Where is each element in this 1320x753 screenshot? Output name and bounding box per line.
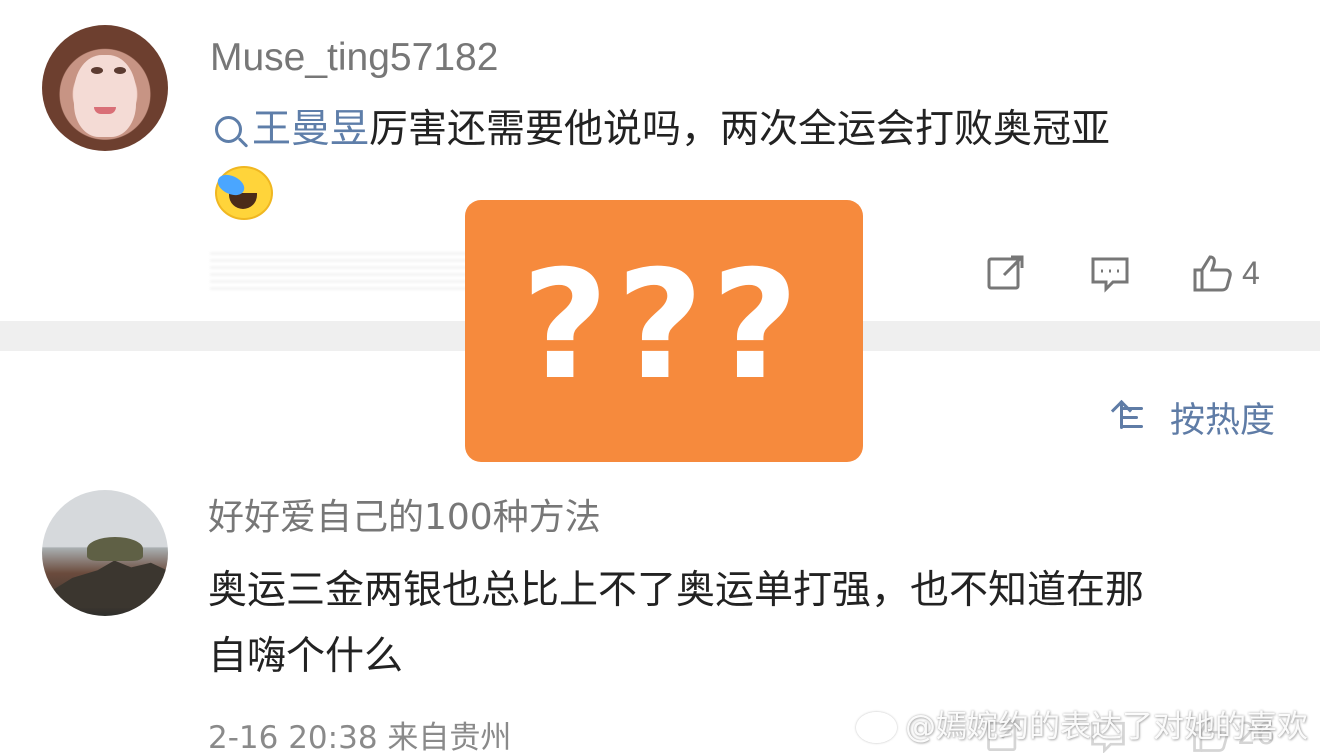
comment-username[interactable]: 好好爱自己的100种方法	[208, 500, 601, 536]
question-mark-text: ???	[521, 239, 807, 413]
watermark-text: @嫣婉约的表达了对她的喜欢	[905, 708, 1308, 745]
avatar-eye-left	[91, 67, 103, 74]
comment-body: 厉害还需要他说吗，两次全运会打败奥冠亚	[369, 107, 1111, 152]
comment-text: 奥运三金两银也总比上不了奥运单打强，也不知道在那 自嗨个什么	[208, 558, 1144, 690]
blurred-timestamp	[210, 252, 490, 290]
sort-label: 按热度	[1170, 400, 1276, 441]
avatar-face	[74, 55, 136, 137]
sort-icon	[1118, 397, 1158, 437]
weibo-watermark: @嫣婉约的表达了对她的喜欢	[851, 699, 1308, 747]
mention-link[interactable]: 王曼昱	[215, 107, 369, 152]
laughing-crying-emoji-icon	[215, 166, 273, 220]
sort-by-hotness-button[interactable]: 按热度	[1118, 392, 1275, 442]
question-mark-overlay: ???	[465, 200, 863, 462]
like-button[interactable]: 4	[1190, 251, 1280, 295]
user-avatar-landscape[interactable]	[42, 490, 168, 616]
comment-button[interactable]	[1088, 251, 1132, 295]
repost-button[interactable]	[984, 251, 1028, 295]
comment-line-2: 自嗨个什么	[208, 634, 404, 679]
like-count: 4	[1242, 254, 1260, 291]
user-avatar-muse-ting[interactable]	[42, 25, 168, 151]
avatar-mouth	[94, 107, 116, 114]
comment-meta: 2-16 20:38 来自贵州	[208, 720, 512, 753]
repost-icon	[987, 255, 1024, 290]
mention-name[interactable]: 王曼昱	[252, 107, 369, 152]
sort-arrow	[1120, 404, 1123, 429]
search-icon	[215, 116, 242, 143]
comment-icon	[1091, 257, 1129, 293]
comment-username[interactable]: Muse_ting57182	[210, 38, 498, 77]
weibo-comments-page: Muse_ting57182 王曼昱厉害还需要他说吗，两次全运会打败奥冠亚 4	[0, 0, 1320, 753]
weibo-logo-icon	[851, 704, 903, 743]
sort-line-3	[1120, 425, 1143, 428]
comment-text: 王曼昱厉害还需要他说吗，两次全运会打败奥冠亚	[215, 97, 1110, 163]
avatar-eye-right	[114, 67, 126, 74]
thumbs-up-icon	[1193, 255, 1232, 292]
comment-line-1: 奥运三金两银也总比上不了奥运单打强，也不知道在那	[208, 568, 1145, 613]
avatar-tree	[87, 537, 143, 561]
